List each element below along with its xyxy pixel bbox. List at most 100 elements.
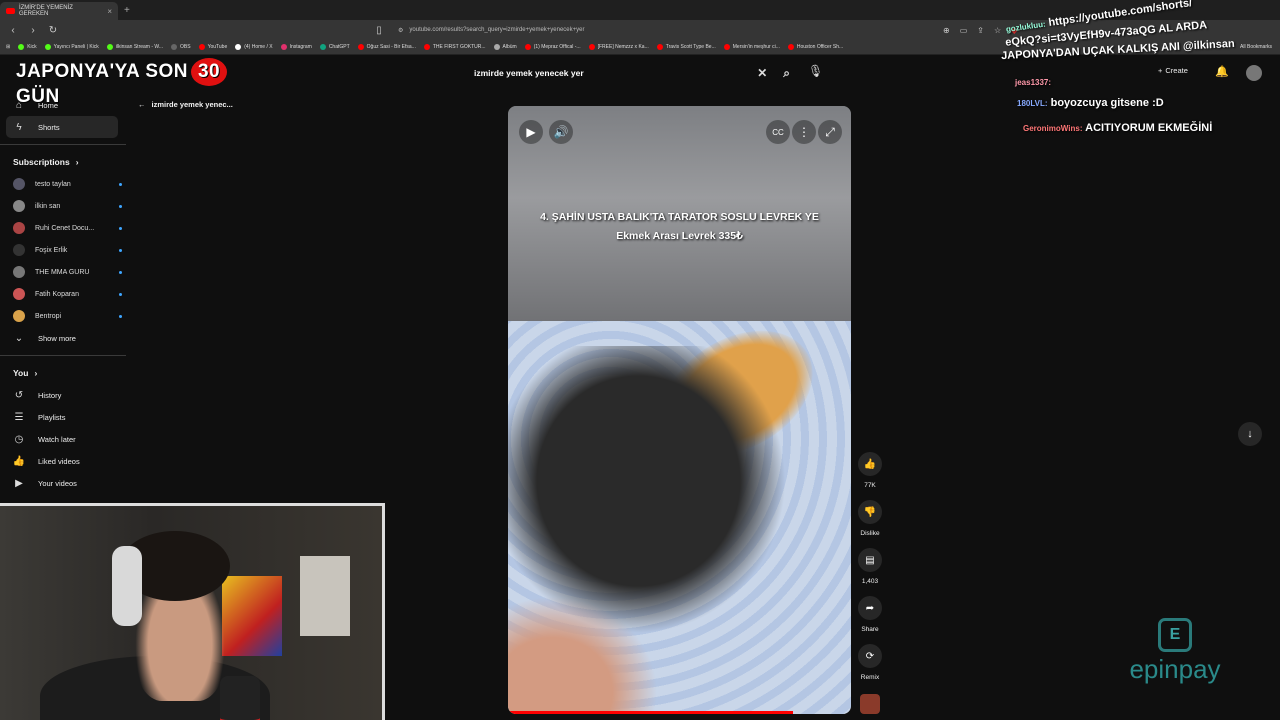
bookmark-item[interactable]: Oğuz Sasi - Bir Efsa...: [357, 44, 416, 50]
channel-name: THE MMA GURU: [35, 268, 90, 276]
reload-icon[interactable]: ↻: [46, 25, 60, 36]
subscription-item[interactable]: testo taylan: [0, 173, 122, 195]
comment-icon: ▤: [858, 548, 882, 572]
forward-arrow-icon[interactable]: ›: [26, 25, 40, 36]
dislike-button[interactable]: 👎 Dislike: [855, 500, 885, 537]
share-icon: ➦: [858, 596, 882, 620]
site-info-icon[interactable]: ⚙: [398, 27, 403, 34]
search-icon[interactable]: ⌕: [783, 66, 790, 81]
install-icon[interactable]: ▭: [960, 26, 968, 35]
divider: [0, 355, 126, 356]
sidebar: ⌂ Home ϟ Shorts Subscriptions › testo tayla…: [0, 94, 128, 514]
share-button[interactable]: ➦ Share: [855, 596, 885, 633]
chat-username: 180LVL:: [1017, 99, 1048, 108]
bookmark-item[interactable]: Instagram: [280, 44, 312, 50]
show-more-button[interactable]: ⌄ Show more: [0, 327, 120, 349]
channel-avatar: [13, 244, 25, 256]
sidebar-item-playlists[interactable]: ☰ Playlists: [0, 406, 120, 428]
watch-later-icon: ◷: [14, 433, 24, 445]
new-tab-button[interactable]: +: [118, 5, 136, 16]
bookmark-label: Instagram: [289, 44, 312, 50]
subscription-item[interactable]: Fatih Koparan: [0, 283, 122, 305]
subscription-item[interactable]: ilkin san: [0, 195, 122, 217]
play-icon[interactable]: ▶: [519, 120, 543, 144]
next-video-button[interactable]: ↓: [1238, 422, 1262, 446]
sidebar-item-watch-later[interactable]: ◷ Watch later: [0, 428, 120, 450]
bookmark-item[interactable]: Kick: [18, 44, 37, 50]
browser-tab[interactable]: İZMİR'DE YEMENİZ GEREKEN ×: [0, 2, 118, 20]
sidebar-item-label: Watch later: [38, 434, 76, 444]
sidebar-item-liked-videos[interactable]: 👍 Liked videos: [0, 450, 120, 472]
like-button[interactable]: 👍 77K: [855, 452, 885, 489]
share-page-icon[interactable]: ⇪: [977, 26, 984, 35]
url-field[interactable]: ⚙ youtube.com/results?search_query=izmir…: [392, 23, 937, 37]
subscription-item[interactable]: Ruhi Cenet Docu...: [0, 217, 122, 239]
zoom-icon[interactable]: ⊕: [943, 26, 950, 35]
bookmark-favicon-icon: [235, 44, 242, 50]
more-options-icon[interactable]: ⋮: [792, 120, 816, 144]
arm-image: [508, 596, 658, 714]
bookmark-label: (1) Mepraz Offical -...: [533, 44, 581, 50]
bookmark-label: YouTube: [207, 44, 228, 50]
sidebar-item-shorts[interactable]: ϟ Shorts: [6, 116, 118, 138]
subscription-item[interactable]: Bentropi: [0, 305, 122, 327]
comments-button[interactable]: ▤ 1,403: [855, 548, 885, 585]
sidebar-item-home[interactable]: ⌂ Home: [0, 94, 120, 116]
back-to-results-link[interactable]: ← izmirde yemek yenec...: [138, 100, 233, 109]
bookmark-item[interactable]: Houston Officer Sh...: [787, 44, 843, 50]
wall-poster: [222, 576, 282, 656]
bookmark-label: THE FIRST GOKTUR...: [432, 44, 486, 50]
sidebar-item-label: Shorts: [38, 122, 60, 132]
volume-icon[interactable]: 🔊: [549, 120, 573, 144]
bookmark-item[interactable]: Mersin'in meşhur ci...: [723, 44, 780, 50]
share-label: Share: [861, 626, 879, 633]
video-caption: 4. ŞAHİN USTA BALIK'TA TARATOR SOSLU LEV…: [508, 208, 851, 246]
you-heading[interactable]: You ›: [0, 362, 128, 384]
stream-countdown-overlay: JAPONYA'YA SON 30GÜN: [16, 58, 272, 107]
bookmark-item[interactable]: ChatGPT: [319, 44, 350, 50]
captions-icon[interactable]: CC: [766, 120, 790, 144]
apps-icon[interactable]: ⊞: [6, 44, 10, 50]
bookmark-item[interactable]: THE FIRST GOKTUR...: [423, 44, 486, 50]
back-arrow-icon[interactable]: ‹: [6, 25, 20, 36]
video-progress-bar[interactable]: [508, 711, 793, 714]
search-input[interactable]: izmirde yemek yenecek yer ✕ ⌕: [470, 62, 790, 84]
cast-icon[interactable]: ▯: [372, 25, 386, 36]
bookmark-item[interactable]: YouTube: [198, 44, 228, 50]
remix-button[interactable]: ⟳ Remix: [855, 644, 885, 681]
bookmark-item[interactable]: [FREE] Nemzzz x Ka...: [588, 44, 649, 50]
bookmark-item[interactable]: (1) Mepraz Offical -...: [524, 44, 581, 50]
voice-search-icon[interactable]: 🎙: [808, 64, 823, 78]
subscription-item[interactable]: THE MMA GURU: [0, 261, 122, 283]
bookmark-item[interactable]: (4) Home / X: [235, 44, 273, 50]
new-content-dot: [119, 270, 122, 274]
bookmark-favicon-icon: [106, 44, 113, 50]
subscription-item[interactable]: Foşix Erlik: [0, 239, 122, 261]
sidebar-item-your-videos[interactable]: ▶ Your videos: [0, 472, 120, 494]
countdown-prefix: JAPONYA'YA SON: [16, 61, 189, 82]
clear-search-icon[interactable]: ✕: [757, 66, 767, 80]
sound-thumbnail[interactable]: [860, 694, 880, 714]
bookmark-favicon-icon: [423, 44, 430, 50]
remix-icon: ⟳: [858, 644, 882, 668]
youtube-favicon-icon: [6, 8, 15, 14]
sidebar-item-history[interactable]: ↺ History: [0, 384, 120, 406]
sponsor-logo: E epinpay: [1115, 618, 1235, 693]
bookmark-favicon-icon: [524, 44, 531, 50]
stream-chat-overlay: gozlukluu: https://youtube.com/shorts/eQ…: [995, 0, 1280, 150]
bookmark-item[interactable]: Albüm: [493, 44, 517, 50]
channel-name: Ruhi Cenet Docu...: [35, 224, 95, 232]
channel-avatar: [13, 266, 25, 278]
bookmark-item[interactable]: Yayıncı Paneli | Kick: [44, 44, 99, 50]
chat-message: 180LVL: boyozcuya gitsene :D: [1017, 97, 1164, 109]
shorts-video-player[interactable]: ▶ 🔊 CC ⋮ ⤢ 4. ŞAHİN USTA BALIK'TA TARATO…: [508, 106, 851, 714]
bookmark-item[interactable]: OBS: [171, 44, 191, 50]
bookmark-item[interactable]: Travis Scott Type Be...: [656, 44, 716, 50]
close-tab-icon[interactable]: ×: [107, 7, 112, 16]
bookmark-item[interactable]: ilkinsan Stream - W...: [106, 44, 163, 50]
subscriptions-heading[interactable]: Subscriptions ›: [0, 151, 128, 173]
fullscreen-icon[interactable]: ⤢: [818, 120, 842, 144]
bookmark-favicon-icon: [18, 44, 25, 50]
bookmark-label: Yayıncı Paneli | Kick: [53, 44, 99, 50]
url-text: youtube.com/results?search_query=izmirde…: [409, 27, 585, 33]
